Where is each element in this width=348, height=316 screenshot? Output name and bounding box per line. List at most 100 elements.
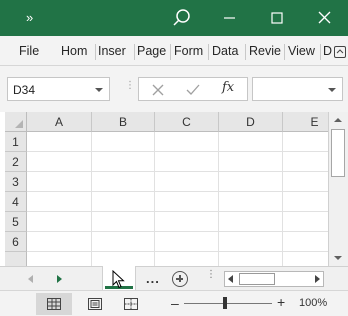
grid-cell[interactable] [27,172,92,192]
next-sheet-icon[interactable] [57,275,62,283]
zoom-out-button[interactable]: – [171,295,179,311]
name-box[interactable]: D34 [7,77,110,101]
grid-cell[interactable] [92,192,155,212]
normal-view-icon[interactable] [47,298,61,310]
maximize-icon[interactable] [265,6,289,30]
grid-cell[interactable] [155,192,219,212]
row-header-6[interactable]: 6 [5,232,27,252]
cancel-icon[interactable] [150,82,166,98]
row-header-2[interactable]: 2 [5,152,27,172]
vertical-scroll-thumb[interactable] [331,129,345,177]
column-header-c[interactable]: C [155,112,219,132]
grid-cell[interactable] [283,172,328,192]
scroll-left-icon[interactable] [228,275,233,283]
tab-review[interactable]: Revie [249,44,281,58]
minimize-icon[interactable] [218,6,242,30]
grid-cell[interactable] [92,172,155,192]
ribbon-tabs: File Hom Inser Page Form Data Revie View… [0,36,348,66]
tab-formulas[interactable]: Form [174,44,203,58]
tab-page-layout[interactable]: Page [137,44,166,58]
tab-data[interactable]: Data [212,44,238,58]
grid-cell[interactable] [219,172,283,192]
formula-input[interactable] [252,77,343,101]
ribbon-expand-icon[interactable] [334,46,346,58]
grid-cell[interactable] [155,172,219,192]
scroll-down-icon[interactable] [334,256,342,260]
tab-divider [208,44,209,60]
horizontal-scroll-thumb[interactable] [239,273,275,285]
tab-developer[interactable]: D [323,44,332,58]
grid-cell[interactable] [27,132,92,152]
search-icon[interactable] [170,6,194,30]
close-icon[interactable] [313,6,337,30]
grid-cell[interactable] [27,232,92,252]
grid-cell[interactable] [283,192,328,212]
tab-divider [284,44,285,60]
column-header-a[interactable]: A [27,112,92,132]
chevron-down-icon[interactable] [328,88,336,92]
grid-cell[interactable] [27,152,92,172]
zoom-slider[interactable] [184,303,272,304]
grid-cell[interactable] [283,232,328,252]
worksheet-grid[interactable]: A B C D E 1 2 3 4 5 6 [0,112,328,266]
quick-access-overflow-button[interactable]: » [26,10,33,25]
title-bar: » [0,0,348,36]
tab-view[interactable]: View [288,44,315,58]
grid-cell[interactable] [283,152,328,172]
vertical-scrollbar[interactable] [328,112,348,266]
name-box-value: D34 [13,83,36,97]
grid-cell[interactable] [27,212,92,232]
select-all-button[interactable] [5,112,27,132]
row-header-7[interactable] [5,252,27,266]
grid-cell[interactable] [219,132,283,152]
resize-handle-icon[interactable]: ⋮ [125,81,135,95]
grid-cell[interactable] [155,132,219,152]
scroll-up-icon[interactable] [334,118,342,122]
grid-cell[interactable] [219,192,283,212]
grid-cell[interactable] [219,232,283,252]
grid-cell[interactable] [155,232,219,252]
grid-cell[interactable] [27,192,92,212]
insert-function-button[interactable]: fx [222,80,234,95]
page-layout-icon[interactable] [88,298,102,310]
tab-divider [95,44,96,60]
grid-cell[interactable] [283,132,328,152]
grid-cell[interactable] [219,152,283,172]
tab-home[interactable]: Hom [61,44,87,58]
column-header-d[interactable]: D [219,112,283,132]
previous-sheet-icon[interactable] [28,275,33,283]
grid-cell[interactable] [92,252,155,266]
row-header-3[interactable]: 3 [5,172,27,192]
row-header-1[interactable]: 1 [5,132,27,152]
zoom-level[interactable]: 100% [299,297,327,309]
grid-cell[interactable] [155,152,219,172]
grid-cell[interactable] [219,212,283,232]
tab-split-handle-icon[interactable]: ⋮ [206,270,216,280]
check-icon[interactable] [185,82,201,98]
grid-cell[interactable] [92,232,155,252]
row-header-5[interactable]: 5 [5,212,27,232]
horizontal-scrollbar[interactable] [224,271,324,287]
grid-cell[interactable] [155,212,219,232]
row-header-4[interactable]: 4 [5,192,27,212]
column-header-e[interactable]: E [283,112,328,132]
tab-insert[interactable]: Inser [98,44,126,58]
more-sheets-button[interactable]: ... [146,271,160,286]
grid-cell[interactable] [92,152,155,172]
tab-file[interactable]: File [19,44,39,58]
chevron-down-icon[interactable] [95,88,103,92]
zoom-in-button[interactable]: + [277,294,285,310]
grid-cell[interactable] [27,252,92,266]
grid-cell[interactable] [155,252,219,266]
tab-divider [170,44,171,60]
add-sheet-icon[interactable] [172,271,188,287]
column-header-b[interactable]: B [92,112,155,132]
page-break-icon[interactable] [124,298,138,310]
grid-cell[interactable] [219,252,283,266]
scroll-right-icon[interactable] [315,275,320,283]
grid-cell[interactable] [283,212,328,232]
grid-cell[interactable] [283,252,328,266]
zoom-slider-thumb[interactable] [223,297,227,309]
grid-cell[interactable] [92,212,155,232]
grid-cell[interactable] [92,132,155,152]
